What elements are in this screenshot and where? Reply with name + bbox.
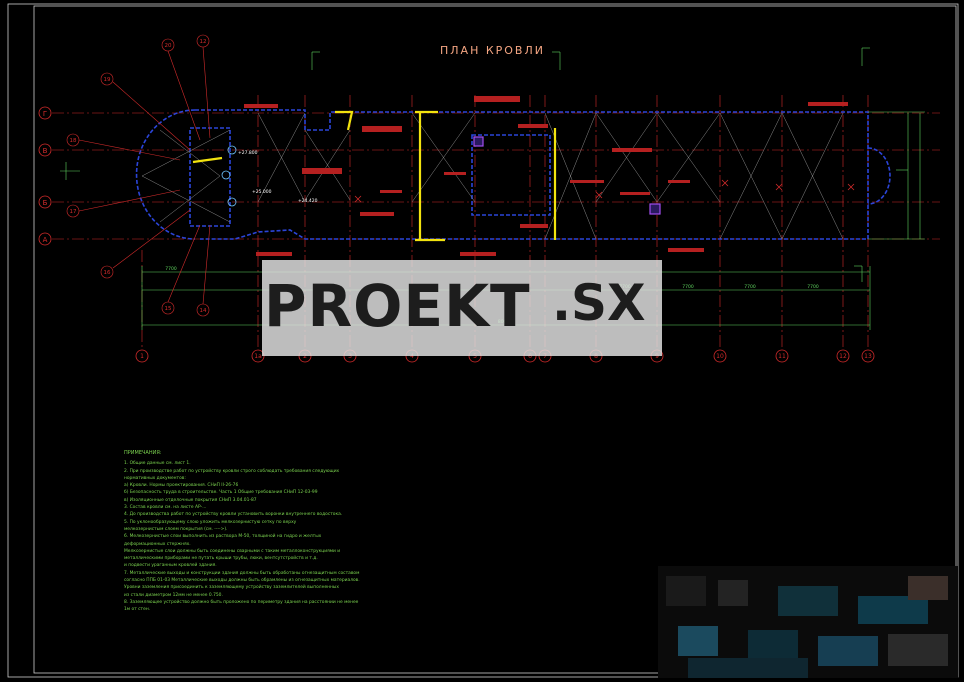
row-axis-labels: Г В Б А [43, 110, 48, 244]
mark-label: 15 [165, 306, 172, 312]
title-block-pixelated [658, 566, 958, 678]
radial-marks [66, 34, 211, 317]
drawing-title: ПЛАН КРОВЛИ [440, 44, 545, 57]
column-axis-label: 1а [254, 353, 262, 360]
elevation-text: +27.800 [238, 150, 258, 156]
note-line: согласно ППБ 01-03 Металлические выходы … [124, 578, 360, 584]
building-outline [135, 109, 891, 240]
watermark-text: PROEKT [264, 272, 531, 340]
note-line: 4. До производства работ по устройству к… [124, 512, 343, 518]
watermark-banner: PROEKT .SX [262, 260, 662, 356]
mark-label: 16 [104, 270, 111, 276]
mark-label: 17 [70, 209, 77, 215]
note-line: Мелкозернистые слои должны быть соединен… [124, 548, 341, 554]
general-notes: ПРИМЕЧАНИЯ: 1. Общие данные см. лист 1. … [124, 450, 594, 614]
elevation-text: +25.000 [252, 189, 272, 195]
note-line: 2. При производстве работ по устройству … [124, 468, 340, 474]
note-line: из стали диаметром 12мм не менее 0.750. [124, 592, 223, 598]
row-axis-bubbles [38, 106, 52, 246]
dimension-text: 7700 [807, 284, 819, 290]
note-line: б) Безопасность труда в строительстве. Ч… [124, 490, 318, 496]
dimension-text: 7700 [165, 266, 177, 272]
note-line: нормативных документов: [124, 475, 186, 481]
note-line: 5. По уклонообразующему слою уложить мел… [124, 519, 297, 525]
row-axis-label: А [43, 236, 48, 244]
note-line: деформационных стержнях. [124, 541, 191, 547]
column-axis-label: 11 [778, 353, 786, 360]
radial-mark-labels: 20 12 19 18 17 16 15 14 [70, 39, 207, 314]
row-axis-lines [52, 112, 940, 240]
dimension-text: 7700 [682, 284, 694, 290]
notes-header: ПРИМЕЧАНИЯ: [124, 450, 162, 456]
column-axis-label: 1 [140, 353, 144, 360]
roof-drains [221, 145, 237, 207]
mark-label: 12 [200, 39, 207, 45]
row-axis-label: Г [43, 110, 47, 118]
note-line: 3. Состав кровли см. на листе АР-... [124, 505, 207, 511]
row-axis-label: Б [43, 199, 48, 207]
roof-slope-lines [141, 112, 844, 240]
note-line: мелкозернистым слоем покрытия (см. ---->… [124, 526, 228, 532]
note-line: и подвести ураганным кровлей здания. [124, 563, 217, 569]
note-line: 7. Металлические выходы и конструкции зд… [124, 570, 360, 576]
note-line: Уровни заземления присоединить к заземля… [124, 585, 339, 591]
mark-label: 14 [200, 308, 207, 314]
note-line: металлическими приборами не путать крыши… [124, 556, 318, 562]
column-axis-label: 10 [716, 353, 724, 360]
column-axis-label: 12 [839, 353, 847, 360]
row-axis-label: В [43, 147, 48, 155]
elevation-labels: +27.800 +24.420 +25.000 [238, 150, 318, 204]
mark-label: 18 [70, 138, 77, 144]
dimension-text: 7700 [744, 284, 756, 290]
mark-label: 20 [165, 43, 172, 49]
elevation-text: +24.420 [298, 198, 318, 204]
cross-markers [354, 179, 855, 203]
note-line: 1м от стен. [124, 607, 151, 613]
note-line: 1. Общие данные см. лист 1. [124, 461, 191, 467]
note-line: 8. Заземляющее устройство должно быть пр… [124, 599, 359, 605]
watermark-suffix: .SX [552, 274, 646, 332]
mark-label: 19 [104, 77, 111, 83]
column-axis-label: 13 [864, 353, 872, 360]
note-line: а) Кровли. Нормы проектирования. СНиП II… [124, 483, 239, 489]
note-line: 6. Мелкозернистые слои выполнить из раст… [124, 534, 322, 540]
note-line: в) Изоляционные отделочные покрытия СНиП… [124, 497, 257, 503]
